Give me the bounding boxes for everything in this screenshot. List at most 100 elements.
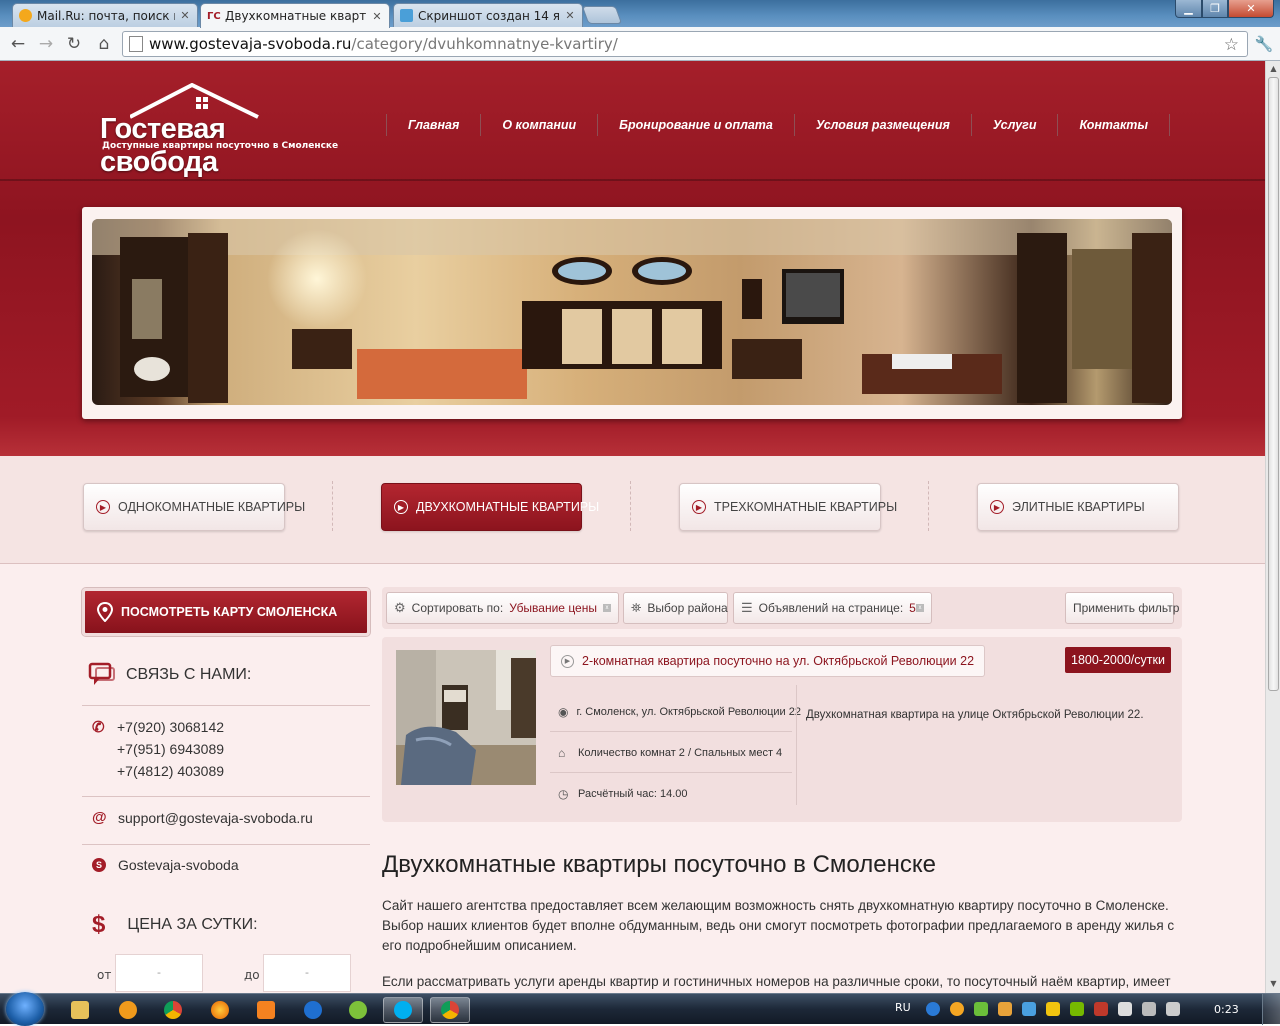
wrench-menu-icon[interactable]: 🔧 xyxy=(1252,32,1276,56)
phone-number[interactable]: +7(920) 3068142 xyxy=(117,716,224,738)
address-bar[interactable]: www.gostevaja-svoboda.ru/category/dvuhko… xyxy=(122,31,1248,57)
sort-select[interactable]: ⚙ Сортировать по: Убывание цены x xyxy=(386,592,619,624)
volume-tray-icon[interactable] xyxy=(1166,1002,1180,1016)
phone-number[interactable]: +7(4812) 403089 xyxy=(117,760,224,782)
network-tray-icon[interactable] xyxy=(1142,1002,1156,1016)
app-tray-icon[interactable] xyxy=(950,1002,964,1016)
tab-current[interactable]: ГС Двухкомнатные квартиры ✕ xyxy=(200,3,390,28)
listing-rooms: Количество комнат 2 / Спальных мест 4 xyxy=(578,746,783,759)
district-select[interactable]: ⛯ Выбор района xyxy=(623,592,728,624)
article-title: Двухкомнатные квартиры посуточно в Смоле… xyxy=(382,851,936,878)
arrow-circle-icon: ▶ xyxy=(394,500,408,514)
article-line: Выбор наших клиентов будет вполне обдума… xyxy=(382,918,1175,933)
download-tray-icon[interactable] xyxy=(926,1002,940,1016)
map-person-icon: ⛯ xyxy=(631,600,642,615)
close-tab-icon[interactable]: ✕ xyxy=(564,9,576,22)
category-label: ДВУХКОМНАТНЫЕ КВАРТИРЫ xyxy=(416,500,600,514)
close-tab-icon[interactable]: ✕ xyxy=(371,10,383,23)
page-scrollbar[interactable]: ▲ ▼ xyxy=(1265,61,1280,993)
firefox-taskbar-icon[interactable] xyxy=(200,997,240,1023)
show-desktop-button[interactable] xyxy=(1262,994,1280,1025)
at-sign-icon: @ xyxy=(92,809,107,826)
scrollbar-thumb[interactable] xyxy=(1268,77,1279,691)
minimize-button[interactable]: ▁ xyxy=(1175,0,1202,18)
phone-number[interactable]: +7(951) 6943089 xyxy=(117,738,224,760)
action-center-flag-icon[interactable] xyxy=(1118,1002,1132,1016)
listing-photo[interactable] xyxy=(396,650,536,785)
price-from-placeholder: - xyxy=(157,966,161,979)
bookmark-star-icon[interactable]: ☆ xyxy=(1224,35,1239,55)
new-tab-button[interactable] xyxy=(581,6,623,24)
chrome-active-taskbar-icon[interactable] xyxy=(430,997,470,1023)
home-icon[interactable]: ⌂ xyxy=(92,32,116,56)
app-tray-icon[interactable] xyxy=(974,1002,988,1016)
category-3room-button[interactable]: ▶ ТРЕХКОМНАТНЫЕ КВАРТИРЫ xyxy=(679,483,897,531)
price-from-input[interactable]: - xyxy=(115,954,203,992)
taskbar-clock[interactable]: 0:23 xyxy=(1214,1003,1239,1016)
email-link[interactable]: support@gostevaja-svoboda.ru xyxy=(118,810,313,826)
category-1room-button[interactable]: ▶ ОДНОКОМНАТНЫЕ КВАРТИРЫ xyxy=(83,483,305,531)
browser-tab-strip: Mail.Ru: почта, поиск в и ✕ ГС Двухкомна… xyxy=(0,0,1280,28)
explorer-taskbar-icon[interactable] xyxy=(60,997,100,1023)
start-button[interactable] xyxy=(6,992,44,1026)
listing-checkout-row: ◷ Расчётный час: 14.00 xyxy=(550,774,792,814)
nav-services[interactable]: Услуги xyxy=(972,118,1058,132)
close-tab-icon[interactable]: ✕ xyxy=(179,9,191,22)
clear-per-page-icon[interactable]: x xyxy=(916,604,924,612)
hero-banner xyxy=(82,207,1182,419)
listing-divider xyxy=(796,685,797,805)
listing-rooms-row: ⌂ Количество комнат 2 / Спальных мест 4 xyxy=(550,733,792,773)
filter-bar: ⚙ Сортировать по: Убывание цены x ⛯ Выбо… xyxy=(382,587,1182,629)
skype-taskbar-icon[interactable] xyxy=(383,997,423,1023)
listing-price: 1800-2000/сутки xyxy=(1071,653,1165,667)
arrow-circle-icon: ▶ xyxy=(561,654,574,668)
hero-panorama-image xyxy=(92,219,1172,405)
clear-sort-icon[interactable]: x xyxy=(603,604,611,612)
odnoklassniki-taskbar-icon[interactable] xyxy=(246,997,286,1023)
skype-link[interactable]: Gostevaja-svoboda xyxy=(118,857,239,873)
price-to-label: до xyxy=(244,968,260,982)
map-button-label: ПОСМОТРЕТЬ КАРТУ СМОЛЕНСКА xyxy=(121,605,338,619)
site-logo[interactable]: Гостевая свобода Доступные квартиры посу… xyxy=(100,83,338,178)
chrome-taskbar-icon[interactable] xyxy=(153,997,193,1023)
category-elite-button[interactable]: ▶ ЭЛИТНЫЕ КВАРТИРЫ xyxy=(977,483,1179,531)
apply-filter-button[interactable]: Применить фильтр xyxy=(1065,592,1179,624)
per-page-select[interactable]: ☰ Объявлений на странице: 5 x xyxy=(733,592,932,624)
nav-about[interactable]: О компании xyxy=(481,118,597,132)
media-player-taskbar-icon[interactable] xyxy=(108,997,148,1023)
list-icon: ☰ xyxy=(741,600,753,615)
listing-title-link[interactable]: ▶ 2-комнатная квартира посуточно на ул. … xyxy=(550,645,986,677)
forward-arrow-icon[interactable]: → xyxy=(34,32,58,56)
nav-conditions[interactable]: Условия размещения xyxy=(795,118,971,132)
tab-screenshot[interactable]: Скриншот создан 14 янв ✕ xyxy=(393,3,583,27)
nav-home[interactable]: Главная xyxy=(387,118,480,132)
email-row: @ support@gostevaja-svoboda.ru xyxy=(92,809,313,826)
mail-agent-taskbar-icon[interactable] xyxy=(293,997,333,1023)
language-indicator[interactable]: RU xyxy=(895,1001,911,1014)
app-tray-icon[interactable] xyxy=(1094,1002,1108,1016)
nav-booking[interactable]: Бронирование и оплата xyxy=(598,118,794,132)
nav-contacts[interactable]: Контакты xyxy=(1058,118,1169,132)
main-navigation: Главная О компании Бронирование и оплата… xyxy=(386,113,1171,137)
tab-mailru[interactable]: Mail.Ru: почта, поиск в и ✕ xyxy=(12,3,198,27)
url-path: /category/dvuhkomnatnye-kvartiry/ xyxy=(351,35,618,53)
green-app-taskbar-icon[interactable] xyxy=(338,997,378,1023)
reload-icon[interactable]: ↻ xyxy=(62,32,86,56)
close-window-button[interactable]: ✕ xyxy=(1228,0,1274,18)
tab-title: Mail.Ru: почта, поиск в и xyxy=(37,8,175,23)
per-page-value: 5 xyxy=(909,601,916,615)
maximize-button[interactable]: ❐ xyxy=(1202,0,1228,18)
app-tray-icon[interactable] xyxy=(998,1002,1012,1016)
view-map-button[interactable]: ПОСМОТРЕТЬ КАРТУ СМОЛЕНСКА xyxy=(82,588,370,636)
category-2room-button[interactable]: ▶ ДВУХКОМНАТНЫЕ КВАРТИРЫ xyxy=(381,483,599,531)
scroll-down-arrow-icon[interactable]: ▼ xyxy=(1267,977,1280,991)
app-tray-icon[interactable] xyxy=(1046,1002,1060,1016)
apply-filter-label: Применить фильтр xyxy=(1073,601,1180,615)
scroll-up-arrow-icon[interactable]: ▲ xyxy=(1267,62,1280,76)
app-tray-icon[interactable] xyxy=(1022,1002,1036,1016)
price-to-input[interactable]: - xyxy=(263,954,351,992)
listing-description: Двухкомнатная квартира на улице Октябрьс… xyxy=(806,709,1144,721)
nvidia-tray-icon[interactable] xyxy=(1070,1002,1084,1016)
back-arrow-icon[interactable]: ← xyxy=(6,32,30,56)
screenshot-site-icon xyxy=(400,9,413,22)
